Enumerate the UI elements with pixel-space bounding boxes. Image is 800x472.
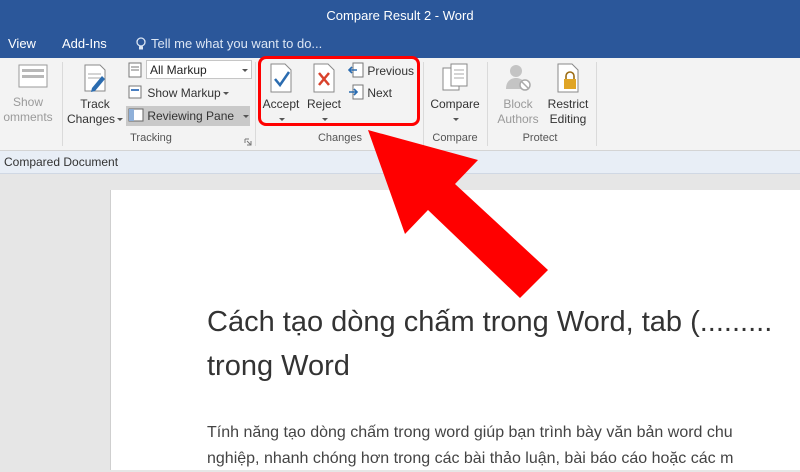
title-bar: Compare Result 2 - Word (0, 0, 800, 30)
show-markup-label: Show Markup (147, 86, 221, 100)
compare-icon (442, 63, 468, 91)
compare-button[interactable]: Compare (427, 62, 483, 127)
compared-document-label: Compared Document (4, 155, 119, 169)
reviewing-pane-button[interactable]: Reviewing Pane (126, 106, 250, 126)
chevron-down-icon (453, 118, 459, 122)
separator (423, 62, 424, 146)
reviewing-pane-label: Reviewing Pane (147, 109, 235, 123)
document-heading: Cách tạo dòng chấm trong Word, tab (....… (207, 300, 800, 388)
compare-group-label: Compare (432, 132, 478, 144)
lightbulb-icon (136, 37, 146, 50)
chevron-down-icon (222, 92, 229, 96)
tell-me-box[interactable]: Tell me what you want to do... (135, 30, 322, 58)
changes-highlight-box (258, 56, 420, 126)
tab-add-ins[interactable]: Add-Ins (62, 30, 107, 58)
compare-label: Compare (430, 97, 480, 111)
window-title: Compare Result 2 - Word (326, 8, 474, 23)
ribbon-tab-bar: View Add-Ins Tell me what you want to do… (0, 30, 800, 58)
markup-combo-value: All Markup (150, 63, 207, 77)
track-changes-button[interactable]: Track Changes (66, 62, 124, 127)
separator (255, 62, 256, 146)
track-changes-icon (84, 64, 106, 92)
reviewing-pane-icon (128, 108, 144, 122)
compared-document-bar: Compared Document (0, 151, 800, 174)
tell-me-text: Tell me what you want to do... (151, 36, 323, 51)
document-page[interactable]: Cách tạo dòng chấm trong Word, tab (....… (110, 190, 800, 470)
show-comments-line1: Show (12, 95, 44, 109)
block-authors-line2: Authors (497, 112, 539, 126)
chevron-down-icon (243, 115, 250, 119)
show-comments-line2: omments (3, 110, 53, 124)
heading-line-1: Cách tạo dòng chấm trong Word, tab (....… (207, 306, 773, 338)
changes-group-label: Changes (317, 132, 363, 144)
block-authors-line1: Block (503, 97, 533, 111)
protect-group-label: Protect (522, 132, 558, 144)
restrict-editing-line2: Editing (549, 112, 587, 126)
document-area: Cách tạo dòng chấm trong Word, tab (....… (0, 174, 800, 470)
separator (487, 62, 488, 146)
restrict-editing-line1: Restrict (547, 97, 589, 111)
show-comments-icon (18, 64, 48, 88)
document-paragraph: Tính năng tạo dòng chấm trong word giúp … (207, 420, 800, 472)
chevron-down-icon (117, 118, 124, 122)
tab-view[interactable]: View (8, 30, 36, 58)
markup-icon (128, 62, 142, 78)
separator (62, 62, 63, 146)
paragraph-line-1: Tính năng tạo dòng chấm trong word giúp … (207, 424, 733, 441)
show-markup-icon (128, 85, 142, 99)
restrict-editing-button[interactable]: Restrict Editing (544, 62, 592, 127)
heading-line-2: trong Word (207, 350, 350, 382)
chevron-down-icon[interactable] (242, 69, 248, 72)
separator (596, 62, 597, 146)
show-markup-button[interactable]: Show Markup (128, 83, 229, 103)
track-changes-line1: Track (80, 97, 110, 111)
show-comments-button[interactable]: Show omments (0, 62, 56, 125)
track-changes-line2: Changes (66, 112, 116, 126)
markup-combo[interactable]: All Markup (146, 60, 252, 79)
dialog-launcher-icon[interactable] (244, 138, 252, 146)
restrict-editing-icon (557, 63, 579, 93)
markup-row (128, 61, 144, 81)
block-authors-button[interactable]: Block Authors (490, 62, 546, 127)
block-authors-icon (506, 65, 531, 91)
tracking-group-label: Tracking (130, 132, 172, 144)
